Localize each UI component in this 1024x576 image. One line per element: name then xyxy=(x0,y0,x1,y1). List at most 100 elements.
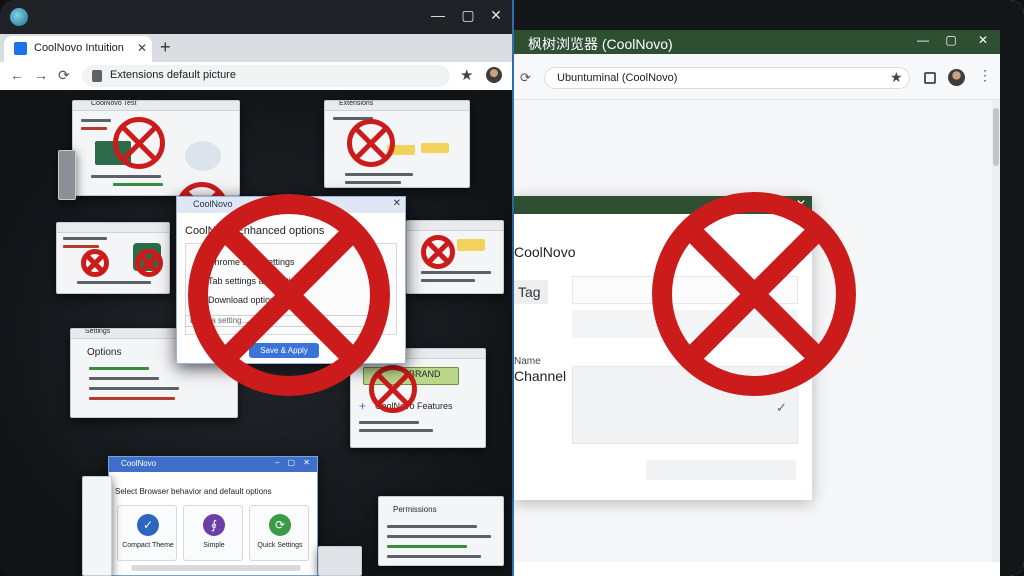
panel-window-controls[interactable]: – ▢ ✕ xyxy=(275,458,313,467)
option-card-compact[interactable]: ✓ Compact Theme xyxy=(117,505,177,561)
option-label: Quick Settings xyxy=(257,542,303,549)
right-scrollbar[interactable] xyxy=(992,100,1000,562)
mini-heading: Permissions xyxy=(393,505,437,514)
mini-window-title: Extensions xyxy=(339,100,374,107)
prohibit-icon xyxy=(421,235,455,269)
back-button[interactable]: ← xyxy=(10,67,24,83)
bookmark-star-icon[interactable]: ★ xyxy=(460,66,473,84)
option-label: Compact Theme xyxy=(122,542,174,549)
option-card-quick[interactable]: ⟳ Quick Settings xyxy=(249,505,309,561)
mini-line xyxy=(81,119,111,122)
check-icon[interactable]: ✓ xyxy=(776,400,787,416)
tab-close-icon[interactable]: ✕ xyxy=(137,41,147,55)
option-card-simple[interactable]: ∮ Simple xyxy=(183,505,243,561)
panel-title: CoolNovo xyxy=(121,459,157,468)
mini-plus-icon: + xyxy=(359,399,367,413)
extension-icon[interactable] xyxy=(924,72,936,84)
mini-window-title: CoolNovo Test xyxy=(91,100,137,107)
right-screen-edge xyxy=(1000,0,1024,576)
mini-window-bar xyxy=(57,223,169,233)
mini-badge xyxy=(457,239,485,251)
mini-line xyxy=(345,173,413,176)
right-browser-window: 枫树浏览器 (CoolNovo) — ▢ ✕ ⟳ Ubuntuminal (Co… xyxy=(514,0,1024,576)
right-profile-avatar[interactable] xyxy=(948,69,965,86)
dialog-close-icon[interactable]: ✕ xyxy=(393,198,401,209)
mini-line xyxy=(81,127,107,130)
mini-heading: Options xyxy=(87,347,122,358)
right-dialog-footer-button[interactable] xyxy=(646,460,796,480)
left-toolbar: ← → ⟳ Extensions default picture ★ xyxy=(0,62,512,90)
mini-line xyxy=(89,377,159,380)
new-tab-button[interactable]: + xyxy=(160,37,171,58)
mini-line xyxy=(63,245,99,248)
prohibit-icon xyxy=(347,119,395,167)
right-scrollbar-thumb[interactable] xyxy=(993,108,999,166)
mini-line xyxy=(387,535,491,538)
left-address-bar[interactable]: Extensions default picture xyxy=(82,65,450,87)
mini-window-bar xyxy=(407,221,503,231)
mini-line xyxy=(89,367,149,370)
mini-badge xyxy=(421,143,449,153)
prohibit-icon xyxy=(135,249,163,277)
left-close-button[interactable]: ✕ xyxy=(486,7,506,24)
profile-avatar[interactable] xyxy=(486,67,502,83)
mini-window-shadow xyxy=(318,546,362,576)
left-minimize-button[interactable]: — xyxy=(428,7,448,23)
tag-button-label: Tag xyxy=(518,284,541,300)
reload-button[interactable]: ⟳ xyxy=(58,67,70,84)
option-label: Simple xyxy=(203,542,225,549)
mini-line xyxy=(91,175,161,178)
left-title-bar: — ▢ ✕ xyxy=(0,0,512,34)
prohibit-icon xyxy=(369,365,417,413)
right-bookmark-star-icon[interactable]: ★ xyxy=(890,69,903,86)
behavior-panel: CoolNovo – ▢ ✕ Select Browser behavior a… xyxy=(108,456,318,576)
mini-line xyxy=(89,397,175,400)
right-menu-icon[interactable]: ⋮ xyxy=(978,67,992,84)
check-icon: ✓ xyxy=(137,514,159,536)
right-reload-button[interactable]: ⟳ xyxy=(520,70,531,86)
mini-line xyxy=(421,279,475,282)
mini-window-title: Settings xyxy=(85,328,111,335)
simple-icon: ∮ xyxy=(203,514,225,536)
forward-button[interactable]: → xyxy=(34,67,48,83)
right-minimize-button[interactable]: — xyxy=(914,33,932,47)
tab-title: CoolNovo Intuition xyxy=(34,42,124,54)
mini-line xyxy=(359,429,433,432)
right-title-bar: 枫树浏览器 (CoolNovo) — ▢ ✕ xyxy=(514,30,1000,54)
prohibit-icon xyxy=(113,117,165,169)
left-browser-window: — ▢ ✕ CoolNovo Intuition ✕ + ← → ⟳ Exten… xyxy=(0,0,512,576)
left-address-text: Extensions default picture xyxy=(110,69,236,81)
right-window-title: 枫树浏览器 (CoolNovo) xyxy=(528,36,673,52)
mini-icon xyxy=(185,141,221,171)
mini-line xyxy=(89,387,179,390)
mini-line xyxy=(421,271,491,274)
mini-line xyxy=(387,555,481,558)
mini-window xyxy=(406,220,504,294)
prohibit-icon xyxy=(81,249,109,277)
tab-favicon-icon xyxy=(14,42,27,55)
left-maximize-button[interactable]: ▢ xyxy=(458,7,478,24)
panel-title-bar: CoolNovo – ▢ ✕ xyxy=(109,457,317,472)
panel-heading: Select Browser behavior and default opti… xyxy=(115,487,272,496)
dialog-title: CoolNovo xyxy=(193,199,233,209)
mini-window: Permissions xyxy=(378,496,504,566)
panel-scrollbar[interactable] xyxy=(131,565,301,571)
right-dialog-small-label: Name xyxy=(514,356,541,367)
mini-line xyxy=(387,525,477,528)
mini-line xyxy=(387,545,467,548)
screen-frame: — ▢ ✕ CoolNovo Intuition ✕ + ← → ⟳ Exten… xyxy=(0,0,1024,576)
right-close-button[interactable]: ✕ xyxy=(974,33,992,47)
right-maximize-button[interactable]: ▢ xyxy=(942,33,960,47)
right-address-text: Ubuntuminal (CoolNovo) xyxy=(557,72,678,84)
mini-line xyxy=(63,237,107,240)
mini-window-shadow xyxy=(58,150,76,200)
left-active-tab[interactable]: CoolNovo Intuition ✕ xyxy=(4,36,152,62)
large-prohibit-icon xyxy=(652,192,856,396)
tag-button[interactable]: Tag xyxy=(514,280,548,304)
large-prohibit-icon xyxy=(188,194,390,396)
right-dialog-name: CoolNovo xyxy=(514,244,576,260)
refresh-icon: ⟳ xyxy=(269,514,291,536)
mini-line xyxy=(113,183,163,186)
right-address-bar[interactable]: Ubuntuminal (CoolNovo) xyxy=(544,67,910,89)
mini-window: Extensions xyxy=(324,100,470,188)
